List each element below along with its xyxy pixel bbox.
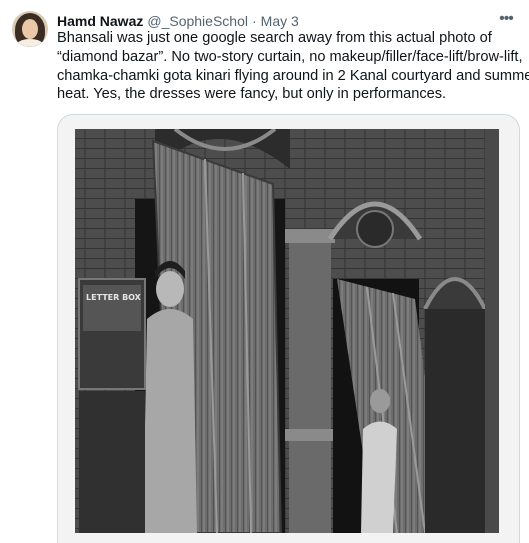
author-name[interactable]: Hamd Nawaz — [57, 13, 143, 29]
separator: · — [251, 13, 257, 29]
tweet-media[interactable]: LETTER BOX — [57, 114, 520, 543]
photo[interactable]: LETTER BOX — [75, 129, 499, 533]
tweet-header: Hamd Nawaz @_SophieSchol · May 3 — [57, 11, 299, 31]
author-handle[interactable]: @_SophieSchol — [147, 13, 248, 29]
tweet-text: Bhansali was just one google search away… — [57, 29, 529, 104]
tweet-text-line: chamka-chamki gota kinari flying around … — [57, 67, 529, 84]
avatar[interactable] — [12, 11, 48, 47]
letter-box-label: LETTER BOX — [86, 293, 142, 302]
tweet-text-line: heat. Yes, the dresses were fancy, but o… — [57, 86, 447, 103]
avatar-shirt — [16, 39, 44, 47]
avatar-face — [22, 19, 38, 39]
tweet-date[interactable]: May 3 — [261, 13, 299, 29]
tweet-text-line: Bhansali was just one google search away… — [57, 30, 492, 46]
tweet-text-line: “diamond bazar”. No two-story curtain, n… — [57, 48, 523, 65]
photo-illustration: LETTER BOX — [75, 129, 499, 533]
more-horizontal-icon[interactable]: ••• — [495, 9, 517, 31]
tweet[interactable]: Hamd Nawaz @_SophieSchol · May 3 ••• Bha… — [0, 0, 529, 543]
